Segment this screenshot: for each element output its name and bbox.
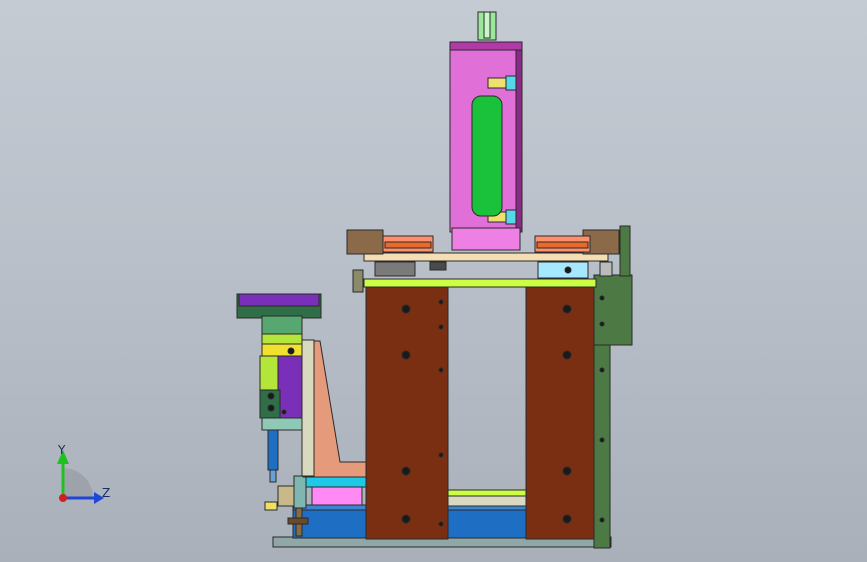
origin-dot	[59, 494, 67, 502]
left-support-plate	[365, 284, 449, 540]
top-plate	[363, 278, 597, 288]
right-support-plate	[525, 284, 597, 540]
cylinder-window	[471, 95, 503, 217]
coordinate-triad[interactable]: Y Z	[57, 443, 110, 504]
z-axis-label: Z	[102, 486, 110, 500]
model-viewport[interactable]: Y Z	[0, 0, 867, 562]
y-axis-label: Y	[57, 443, 66, 457]
left-actuator-assembly	[236, 293, 322, 483]
